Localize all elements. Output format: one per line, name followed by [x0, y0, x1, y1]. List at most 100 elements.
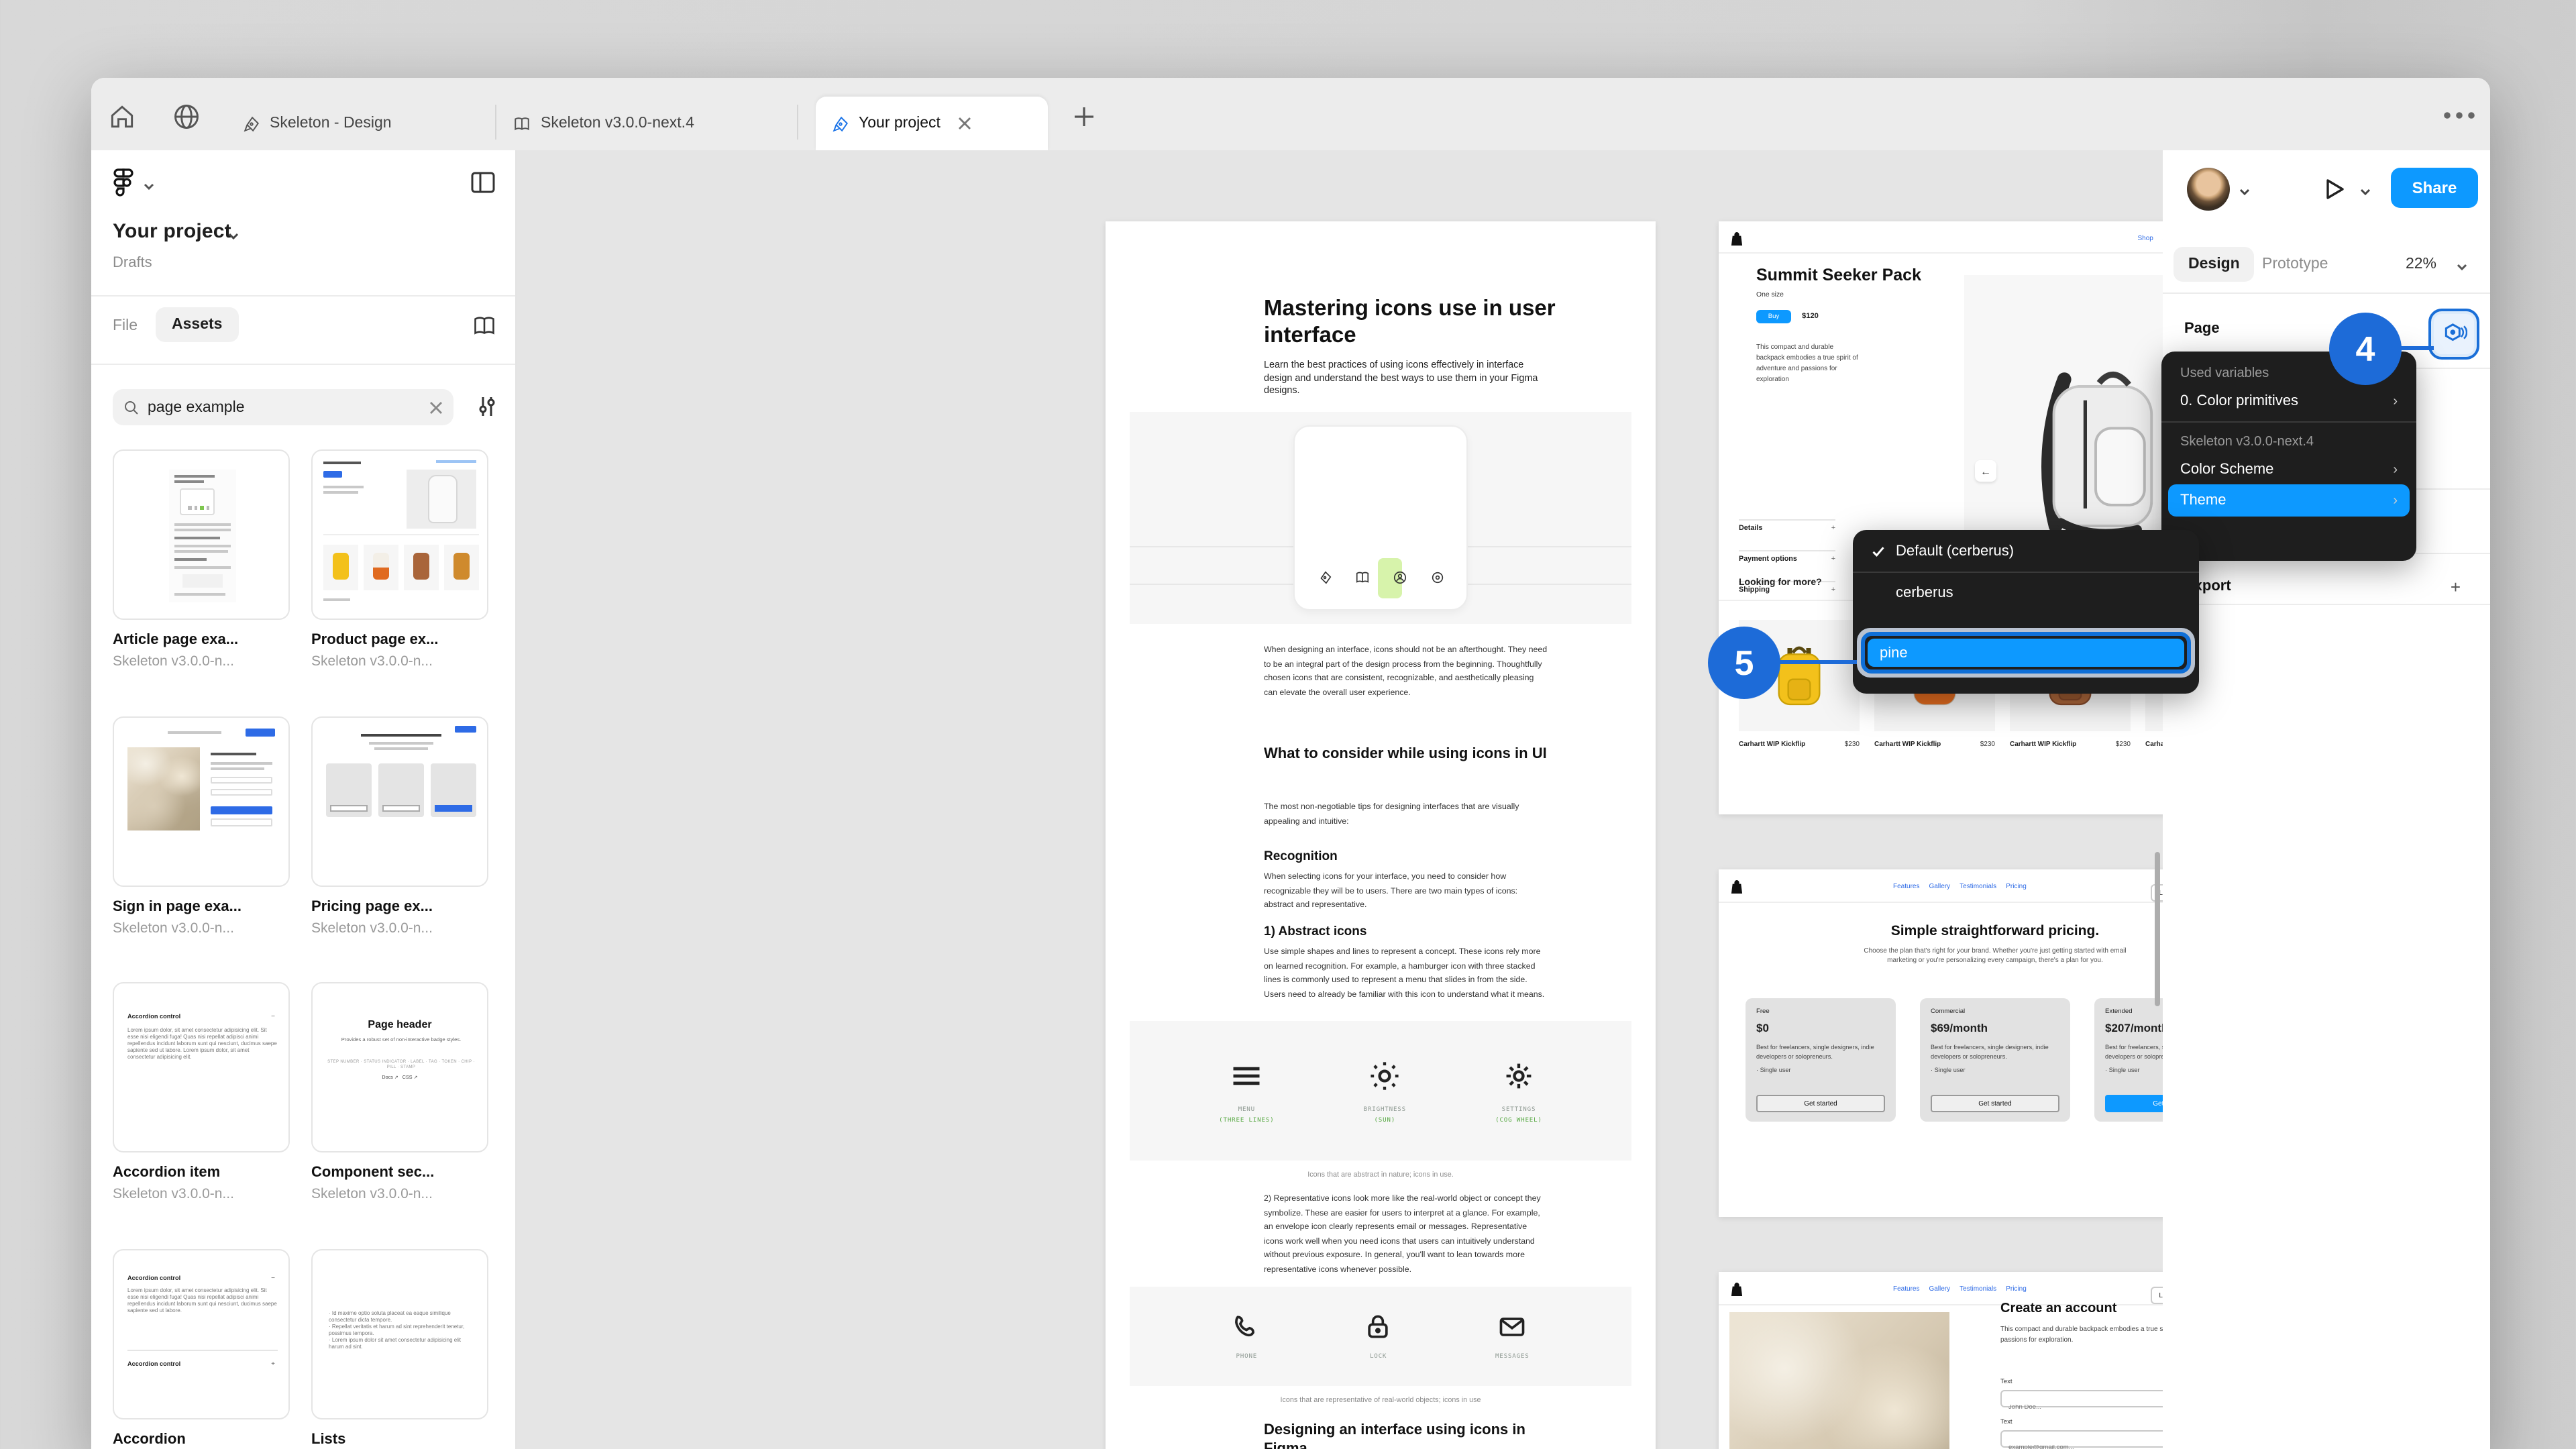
- submenu-item-pine[interactable]: pine: [1868, 639, 2184, 667]
- buy-button[interactable]: Buy: [1756, 310, 1791, 323]
- search-input[interactable]: [148, 399, 421, 415]
- new-tab-icon[interactable]: [1072, 105, 1096, 129]
- chevron-right-icon: ›: [2393, 462, 2398, 477]
- plan-get-started-button[interactable]: Get started: [2105, 1095, 2163, 1112]
- tab-assets[interactable]: Assets: [156, 307, 239, 342]
- asset-thumbnail: [311, 449, 488, 620]
- pricing-nav: Features Gallery Testimonials Pricing Lo…: [1719, 877, 2163, 902]
- menu-item-color-scheme[interactable]: Color Scheme ›: [2161, 455, 2416, 484]
- menu-item-theme[interactable]: Theme ›: [2168, 484, 2410, 517]
- frame-product-page[interactable]: Shop About Blog Account Bag Summit Seeke…: [1719, 221, 2163, 814]
- tab-prototype[interactable]: Prototype: [2262, 256, 2328, 272]
- accordion-payment[interactable]: Payment options +: [1739, 550, 1835, 566]
- asset-pricing-page[interactable]: Pricing page ex... Skeleton v3.0.0-n...: [311, 716, 488, 936]
- asset-accordion-item[interactable]: Accordion control − Lorem ipsum dolor, s…: [113, 982, 290, 1202]
- plan-price: $69/month: [1931, 1021, 1988, 1034]
- pricing-heading: Simple straightforward pricing.: [1890, 923, 2100, 939]
- sidebar-tabs: File Assets: [91, 297, 515, 364]
- divider: [91, 364, 515, 365]
- chevron-down-icon[interactable]: [227, 229, 240, 243]
- asset-article-page[interactable]: Article page exa... Skeleton v3.0.0-n...: [113, 449, 290, 669]
- tab-design[interactable]: Design: [2174, 247, 2255, 282]
- add-export-icon[interactable]: +: [2451, 576, 2461, 596]
- nav-link[interactable]: Gallery: [1929, 883, 1950, 891]
- figure-caption: Icons that are representative of real-wo…: [1280, 1397, 1481, 1405]
- figma-logo-icon[interactable]: [110, 168, 137, 197]
- submenu-item-cerberus[interactable]: cerberus: [1853, 578, 2199, 608]
- nav-link[interactable]: Features: [1893, 1285, 1919, 1293]
- chevron-down-icon[interactable]: [2455, 260, 2469, 274]
- canvas-scrollbar[interactable]: [2155, 852, 2160, 1006]
- library-book-icon[interactable]: [472, 314, 496, 338]
- submenu-item-default[interactable]: Default (cerberus): [1853, 537, 2199, 566]
- nav-link[interactable]: Features: [1893, 883, 1919, 891]
- asset-component-section[interactable]: Page header Provides a robust set of non…: [311, 982, 488, 1202]
- asset-lists[interactable]: · Id maxime optio soluta placeat ea eaqu…: [311, 1249, 488, 1449]
- submenu-item-pine-highlight: pine: [1857, 628, 2195, 678]
- menu-item-color-primitives[interactable]: 0. Color primitives ›: [2161, 386, 2416, 416]
- tab-file[interactable]: File: [113, 318, 138, 334]
- frame-signup-page[interactable]: Features Gallery Testimonials Pricing Lo…: [1719, 1272, 2163, 1449]
- chevron-down-icon[interactable]: [2359, 185, 2372, 199]
- chevron-right-icon: ›: [2393, 394, 2398, 409]
- nav-link[interactable]: Gallery: [1929, 1285, 1950, 1293]
- nav-link[interactable]: Pricing: [2006, 883, 2027, 891]
- login-button[interactable]: Log in: [2151, 1287, 2163, 1304]
- signup-nav: Features Gallery Testimonials Pricing Lo…: [1719, 1280, 2163, 1304]
- frame-pricing-page[interactable]: Features Gallery Testimonials Pricing Lo…: [1719, 869, 2163, 1217]
- plan-feature: · Single user: [1756, 1067, 1791, 1074]
- present-play-icon[interactable]: [2321, 176, 2348, 203]
- share-button[interactable]: Share: [2391, 168, 2478, 208]
- filter-sliders-icon[interactable]: [475, 394, 499, 419]
- chevron-down-icon[interactable]: [2238, 185, 2251, 199]
- nav-link[interactable]: Shop: [2137, 235, 2153, 243]
- apply-variables-button[interactable]: [2428, 309, 2479, 360]
- nav-link[interactable]: Pricing: [2006, 1285, 2027, 1293]
- product-title: Summit Seeker Pack: [1756, 266, 1921, 284]
- avatar[interactable]: [2187, 168, 2230, 211]
- search-bar[interactable]: [113, 389, 453, 425]
- asset-signin-page[interactable]: Sign in page exa... Skeleton v3.0.0-n...: [113, 716, 290, 936]
- plan-card-commercial[interactable]: Commercial $69/month Best for freelancer…: [1920, 998, 2070, 1122]
- asset-product-page[interactable]: Product page ex... Skeleton v3.0.0-n...: [311, 449, 488, 669]
- export-row[interactable]: Export +: [2163, 566, 2490, 606]
- nav-link[interactable]: Testimonials: [1960, 883, 1996, 891]
- home-icon[interactable]: [107, 102, 137, 131]
- asset-library: Skeleton v3.0.0-n...: [113, 920, 234, 936]
- nav-link[interactable]: Testimonials: [1960, 1285, 1996, 1293]
- asset-library: Skeleton v3.0.0-n...: [311, 1186, 433, 1202]
- close-icon[interactable]: [958, 117, 971, 130]
- tab-skeleton-library[interactable]: Skeleton v3.0.0-next.4: [496, 97, 798, 150]
- divider: [2163, 292, 2490, 294]
- frame-article-page[interactable]: Mastering icons use in user interface Le…: [1106, 221, 1656, 1449]
- right-panel: Share Design Prototype 22% Page Export +: [2163, 150, 2490, 1449]
- asset-accordion[interactable]: Accordion control − Lorem ipsum dolor, s…: [113, 1249, 290, 1449]
- plan-card-extended[interactable]: Extended $207/month Best for freelancers…: [2094, 998, 2163, 1122]
- tab-skeleton-design[interactable]: Skeleton - Design: [227, 97, 496, 150]
- chevron-down-icon[interactable]: [142, 180, 156, 193]
- plan-feature: · Single user: [2105, 1067, 2140, 1074]
- more-options-icon[interactable]: [2442, 110, 2477, 121]
- menu-header: Used variables: [2180, 366, 2269, 380]
- article-figure-representative-icons: PHONE LOCK MESSAGES: [1130, 1287, 1631, 1386]
- toggle-sidebar-icon[interactable]: [470, 169, 496, 196]
- product-price: $120: [1802, 313, 1819, 321]
- asset-library: Skeleton v3.0.0-n...: [113, 1186, 234, 1202]
- product-card[interactable]: Carhartt WIP Kickflip $230: [1739, 620, 1860, 749]
- field-label: Text: [2000, 1379, 2012, 1386]
- name-field[interactable]: [2000, 1390, 2163, 1415]
- clear-search-icon[interactable]: [429, 400, 443, 414]
- gear-icon: [1506, 1063, 1532, 1088]
- accordion-details[interactable]: Details +: [1739, 519, 1835, 535]
- plan-card-free[interactable]: Free $0 Best for freelancers, single des…: [1746, 998, 1896, 1122]
- plan-get-started-button[interactable]: Get started: [1931, 1095, 2059, 1112]
- project-title[interactable]: Your project: [113, 220, 231, 243]
- carousel-prev-button[interactable]: ←: [1975, 460, 1996, 482]
- zoom-level[interactable]: 22%: [2406, 256, 2436, 272]
- tab-your-project[interactable]: Your project: [816, 97, 1048, 150]
- globe-icon[interactable]: [172, 102, 201, 131]
- email-field[interactable]: [2000, 1430, 2163, 1449]
- article-figure-hero: [1130, 412, 1631, 624]
- plan-get-started-button[interactable]: Get started: [1756, 1095, 1885, 1112]
- canvas[interactable]: Mastering icons use in user interface Le…: [517, 150, 2163, 1449]
